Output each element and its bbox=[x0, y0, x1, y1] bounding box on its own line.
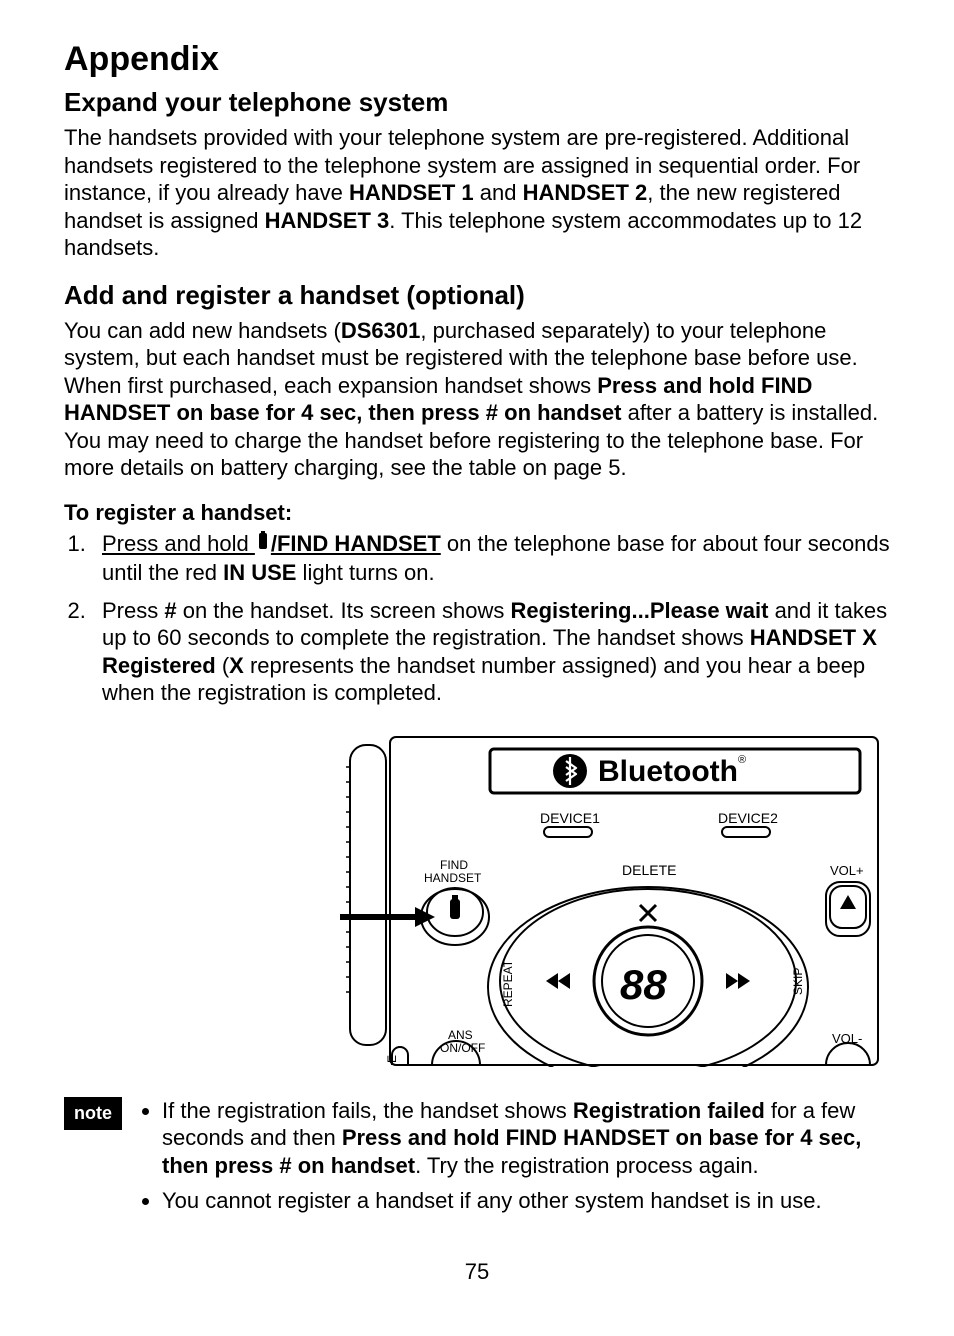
hash-key: # bbox=[164, 598, 176, 623]
repeat-rewind-icon[interactable] bbox=[546, 973, 570, 989]
note-list: If the registration fails, the handset s… bbox=[138, 1097, 890, 1223]
text: You can add new handsets ( bbox=[64, 318, 341, 343]
note-section: note If the registration fails, the hand… bbox=[64, 1097, 890, 1223]
skip-label: SKIP bbox=[791, 967, 805, 994]
device2-label: DEVICE2 bbox=[718, 810, 778, 826]
handset1-label: HANDSET 1 bbox=[349, 180, 474, 205]
telephone-base-illustration: Bluetooth ® DEVICE1 DEVICE2 FIND HANDSET… bbox=[340, 727, 880, 1067]
base-diagram: Bluetooth ® DEVICE1 DEVICE2 FIND HANDSET… bbox=[64, 727, 880, 1067]
vol-plus-button[interactable] bbox=[826, 882, 870, 936]
text: . Try the registration process again. bbox=[415, 1153, 759, 1178]
step-1: Press and hold /FIND HANDSET on the tele… bbox=[92, 530, 890, 587]
vol-plus-label: VOL+ bbox=[830, 863, 864, 878]
text: ( bbox=[216, 653, 229, 678]
registration-failed-msg: Registration failed bbox=[573, 1098, 765, 1123]
x-variable: X bbox=[229, 653, 244, 678]
register-subhead: To register a handset: bbox=[64, 500, 890, 526]
ans-label: ANS bbox=[448, 1028, 473, 1042]
find-handset-btn-label: FIND bbox=[440, 858, 468, 872]
add-register-title: Add and register a handset (optional) bbox=[64, 280, 890, 311]
step-2: Press # on the handset. Its screen shows… bbox=[92, 597, 890, 707]
text-underline: Press and hold bbox=[102, 531, 255, 556]
in-use-label: IN USE bbox=[223, 560, 296, 585]
handset2-label: HANDSET 2 bbox=[523, 180, 648, 205]
handset-icon bbox=[255, 531, 271, 560]
note-badge: note bbox=[64, 1097, 122, 1130]
page-number: 75 bbox=[64, 1259, 890, 1285]
note-item-1: If the registration fails, the handset s… bbox=[162, 1097, 890, 1180]
text: on the handset. Its screen shows bbox=[177, 598, 511, 623]
repeat-label: REPEAT bbox=[501, 959, 515, 1007]
text: If the registration fails, the handset s… bbox=[162, 1098, 573, 1123]
model-number: DS6301 bbox=[341, 318, 421, 343]
register-steps: Press and hold /FIND HANDSET on the tele… bbox=[64, 530, 890, 707]
find-handset-label: /FIND HANDSET bbox=[271, 531, 441, 556]
appendix-heading: Appendix bbox=[64, 40, 890, 79]
handset3-label: HANDSET 3 bbox=[265, 208, 390, 233]
add-register-paragraph: You can add new handsets (DS6301, purcha… bbox=[64, 317, 890, 482]
text: and bbox=[474, 180, 523, 205]
svg-text:®: ® bbox=[738, 754, 746, 766]
document-page: Appendix Expand your telephone system Th… bbox=[0, 0, 954, 1325]
note-item-2: You cannot register a handset if any oth… bbox=[162, 1187, 890, 1215]
expand-paragraph: The handsets provided with your telephon… bbox=[64, 124, 890, 262]
registering-message: Registering...Please wait bbox=[510, 598, 768, 623]
skip-forward-icon[interactable] bbox=[726, 973, 750, 989]
delete-label: DELETE bbox=[622, 862, 676, 878]
device1-label: DEVICE1 bbox=[540, 810, 600, 826]
expand-title: Expand your telephone system bbox=[64, 87, 890, 118]
svg-text:HANDSET: HANDSET bbox=[424, 871, 482, 885]
text: Press bbox=[102, 598, 164, 623]
message-counter: 88 bbox=[620, 961, 667, 1008]
text: light turns on. bbox=[296, 560, 434, 585]
delete-x-icon[interactable] bbox=[640, 905, 656, 921]
bluetooth-logo: Bluetooth bbox=[598, 755, 738, 788]
